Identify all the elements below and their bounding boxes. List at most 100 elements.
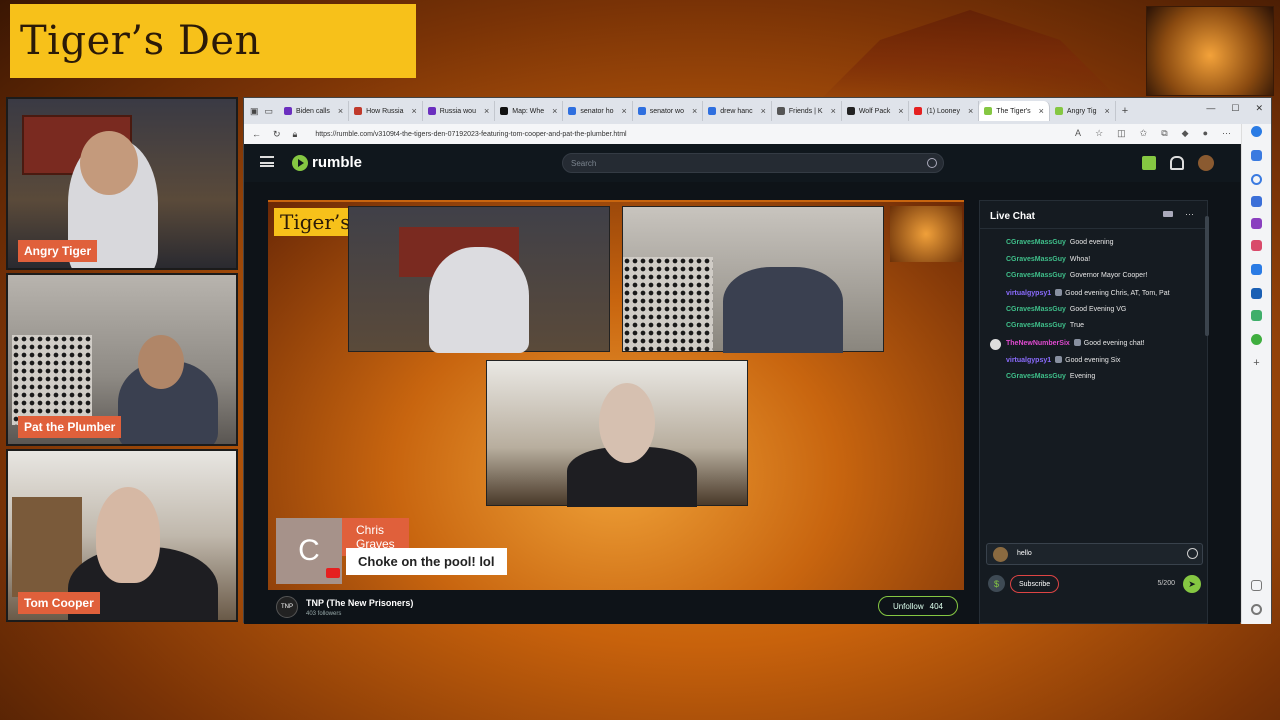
browser-tab[interactable]: senator wo × — [633, 101, 704, 121]
search-input[interactable]: Search — [562, 153, 944, 173]
favorites-icon[interactable]: ✩ — [1140, 128, 1148, 139]
tab-close-icon[interactable]: × — [1039, 106, 1044, 116]
chat-input-value[interactable]: hello — [1017, 550, 1032, 557]
reload-button[interactable]: ↻ — [273, 129, 281, 140]
tab-close-icon[interactable]: × — [831, 106, 836, 116]
tab-actions-icon[interactable]: ▭ — [265, 106, 274, 117]
chat-message: CGravesMassGuy Good Evening VG — [980, 306, 1207, 323]
tab-close-icon[interactable]: × — [761, 106, 766, 116]
notifications-bell-icon[interactable] — [1170, 156, 1184, 170]
url-field[interactable]: https://rumble.com/v3109t4-the-tigers-de… — [315, 131, 626, 138]
minimize-button[interactable]: — — [1206, 103, 1215, 114]
chat-username[interactable]: CGravesMassGuy — [1006, 306, 1066, 313]
browser-tab[interactable]: (1) Looney × — [909, 101, 980, 121]
collections-icon[interactable]: ⧉ — [1161, 128, 1167, 139]
emoji-icon[interactable] — [1187, 548, 1198, 559]
chat-username[interactable]: CGravesMassGuy — [1006, 272, 1066, 279]
chat-text: Governor Mayor Cooper! — [1069, 272, 1148, 280]
chat-username[interactable]: CGravesMassGuy — [1006, 256, 1066, 263]
tab-label: (1) Looney — [926, 107, 960, 115]
back-button[interactable]: ← — [252, 129, 261, 139]
add-sidebar-app-icon[interactable]: + — [1251, 358, 1262, 369]
chat-username[interactable]: TheNewNumberSix — [1006, 340, 1070, 347]
chat-username[interactable]: CGravesMassGuy — [1006, 373, 1066, 380]
chat-username[interactable]: CGravesMassGuy — [1006, 322, 1066, 329]
chat-username[interactable]: virtualgypsy1 — [1006, 290, 1051, 297]
search-sidebar-icon[interactable] — [1251, 174, 1262, 185]
tab-close-icon[interactable]: × — [1104, 106, 1109, 116]
browser-tab[interactable]: Angry Tig × — [1050, 101, 1116, 121]
tab-close-icon[interactable]: × — [412, 106, 417, 116]
browser-tab[interactable]: drew hanc × — [703, 101, 772, 121]
channel-logo[interactable]: TNP — [276, 596, 298, 618]
tab-label: Biden calls — [296, 107, 330, 115]
browser-tab[interactable]: The Tiger's × — [979, 101, 1050, 121]
extensions-icon[interactable]: ◆ — [1182, 128, 1189, 139]
page-scrollbar[interactable] — [1205, 216, 1209, 336]
menu-hamburger-icon[interactable] — [260, 156, 274, 167]
user-avatar[interactable] — [1198, 155, 1214, 171]
chat-text: Whoa! — [1069, 255, 1091, 263]
rumble-logo-text[interactable]: rumble — [312, 154, 362, 171]
browser-tab[interactable]: Russia wou × — [423, 101, 496, 121]
maximize-button[interactable]: ☐ — [1231, 103, 1239, 114]
hide-sidebar-icon[interactable] — [1251, 580, 1262, 591]
favorite-star-icon[interactable]: ☆ — [1095, 128, 1103, 139]
tab-favicon-icon — [984, 107, 993, 115]
browser-tab[interactable]: senator ho × — [563, 101, 633, 121]
video-player[interactable]: Tiger’s C Chris Graves Choke on the pool… — [268, 200, 964, 590]
designer-icon[interactable] — [1251, 334, 1262, 345]
browser-tab[interactable]: Map: Whe × — [495, 101, 564, 121]
unfollow-button[interactable]: Unfollow 404 — [877, 596, 958, 616]
tab-close-icon[interactable]: × — [484, 106, 489, 116]
send-icon[interactable]: ➤ — [1183, 575, 1201, 593]
rumble-logo-icon[interactable] — [292, 155, 308, 171]
rant-dollar-icon[interactable]: $ — [988, 575, 1005, 592]
workspaces-icon[interactable]: ▣ — [250, 106, 259, 117]
outlook-icon[interactable] — [1251, 288, 1262, 299]
profile-icon[interactable]: ● — [1203, 128, 1208, 139]
tab-label: senator wo — [649, 107, 685, 115]
channel-followers: 403 followers — [306, 611, 342, 617]
browser-tab[interactable]: Friends | K × — [772, 101, 842, 121]
microsoft365-icon[interactable] — [1251, 264, 1262, 275]
browser-window: ▣ ▭ Biden calls × How Russia × Russia wou × Ma… — [243, 97, 1272, 624]
rumble-page: rumble Search Tiger’s C Chris Graves Cho… — [244, 144, 1240, 624]
tab-favicon-icon — [708, 107, 717, 115]
tab-close-icon[interactable]: × — [622, 106, 627, 116]
chat-username[interactable]: virtualgypsy1 — [1006, 357, 1051, 364]
go-live-icon[interactable] — [1142, 156, 1156, 170]
subscribe-button[interactable]: Subscribe — [1010, 575, 1060, 593]
new-tab-button[interactable]: + — [1122, 105, 1128, 117]
search-icon[interactable] — [927, 158, 937, 168]
lock-icon[interactable]: 🔒︎ — [293, 129, 298, 140]
chat-more-icon[interactable]: ⋯ — [1185, 210, 1195, 219]
split-screen-icon[interactable]: ◫ — [1117, 128, 1126, 139]
tab-close-icon[interactable]: × — [968, 106, 973, 116]
tab-close-icon[interactable]: × — [338, 106, 343, 116]
tab-close-icon[interactable]: × — [898, 106, 903, 116]
tab-close-icon[interactable]: × — [692, 106, 697, 116]
games-icon[interactable] — [1251, 240, 1262, 251]
chat-text: Good evening Six — [1065, 356, 1121, 364]
sidebar-settings-icon[interactable] — [1251, 604, 1262, 615]
close-window-button[interactable]: ✕ — [1255, 103, 1263, 114]
tab-favicon-icon — [568, 107, 577, 115]
chat-message: CGravesMassGuy Evening — [980, 373, 1207, 390]
chat-title: Live Chat — [990, 211, 1036, 222]
browser-tab[interactable]: How Russia × — [349, 101, 423, 121]
bing-icon[interactable] — [1251, 126, 1262, 137]
menu-icon[interactable]: ⋯ — [1222, 128, 1231, 139]
chat-username[interactable]: CGravesMassGuy — [1006, 239, 1066, 246]
read-aloud-icon[interactable]: A — [1075, 128, 1081, 139]
drop-icon[interactable] — [1251, 310, 1262, 321]
tab-close-icon[interactable]: × — [552, 106, 557, 116]
popout-chat-icon[interactable] — [1163, 211, 1173, 217]
chat-input[interactable]: hello — [986, 543, 1203, 565]
browser-tab[interactable]: Biden calls × — [279, 101, 350, 121]
browser-tab[interactable]: Wolf Pack × — [842, 101, 910, 121]
tools-icon[interactable] — [1251, 218, 1262, 229]
notification-icon[interactable] — [1251, 150, 1262, 161]
shopping-icon[interactable] — [1251, 196, 1262, 207]
channel-name[interactable]: TNP (The New Prisoners) — [306, 598, 413, 608]
